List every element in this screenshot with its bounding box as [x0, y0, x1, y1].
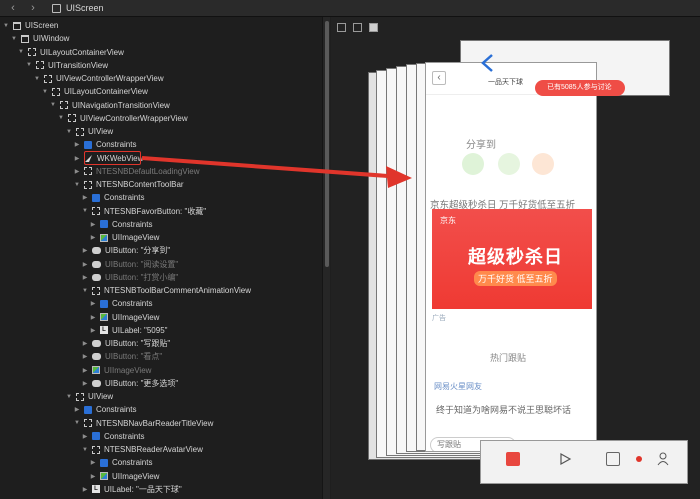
view-debugger-window: ‹ › UIScreen ▼ UIScreen ▼ UIWindow ▼ UILayout… [0, 0, 700, 499]
callout-arrow [141, 156, 412, 188]
